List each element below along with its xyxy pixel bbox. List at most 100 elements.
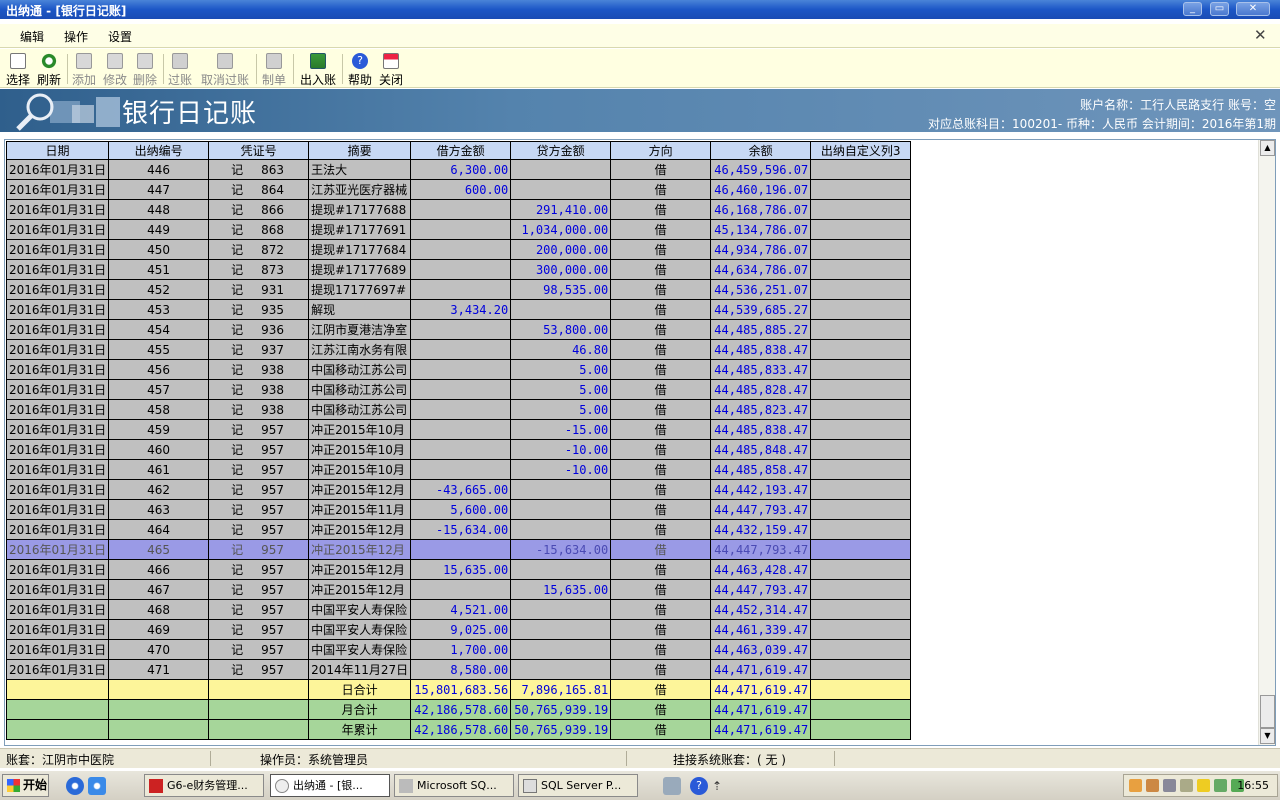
column-header-date[interactable]: 日期 xyxy=(5,141,110,160)
cell-summary[interactable]: 中国平安人寿保险 xyxy=(308,599,412,620)
help-button[interactable]: ? 帮助 xyxy=(346,51,374,87)
edit-button[interactable]: 修改 xyxy=(101,51,129,87)
cell-voucher-no[interactable]: 记 957 xyxy=(208,639,310,660)
table-row[interactable]: 2016年01月31日 456 记 938 中国移动江苏公司 5.00 借 44,485,83… xyxy=(5,359,912,380)
sync-tray-icon[interactable] xyxy=(1214,779,1227,792)
cell-cashier-no[interactable]: 452 xyxy=(108,279,210,300)
cell-credit[interactable]: 300,000.00 xyxy=(510,259,612,280)
cell-custom3[interactable] xyxy=(810,559,912,580)
cell-summary[interactable]: 2014年11月27日 xyxy=(308,659,412,680)
cell-date[interactable]: 2016年01月31日 xyxy=(5,159,110,180)
cell-direction[interactable]: 借 xyxy=(610,339,712,360)
start-button[interactable]: 开始 xyxy=(2,774,49,797)
cell-cashier-no[interactable]: 461 xyxy=(108,459,210,480)
total-label[interactable]: 月合计 xyxy=(308,699,412,720)
cell-direction[interactable]: 借 xyxy=(610,239,712,260)
cell-credit[interactable]: -15,634.00 xyxy=(510,539,612,560)
cell-balance[interactable]: 44,536,251.07 xyxy=(710,279,812,300)
total-cell-empty[interactable] xyxy=(5,699,110,720)
cell-debit[interactable] xyxy=(410,439,512,460)
cell-direction[interactable]: 借 xyxy=(610,219,712,240)
table-row[interactable]: 2016年01月31日 447 记 864 江苏亚光医疗器械 600.00 借 46,460,… xyxy=(5,179,912,200)
total-cell-empty[interactable] xyxy=(108,699,210,720)
cell-balance[interactable]: 46,168,786.07 xyxy=(710,199,812,220)
cell-date[interactable]: 2016年01月31日 xyxy=(5,319,110,340)
menu-settings[interactable]: 设置 xyxy=(108,28,132,45)
total-cell-empty[interactable] xyxy=(208,679,310,700)
cell-debit[interactable] xyxy=(410,279,512,300)
cell-debit[interactable]: 600.00 xyxy=(410,179,512,200)
cell-cashier-no[interactable]: 457 xyxy=(108,379,210,400)
scroll-down-icon[interactable]: ▼ xyxy=(1260,728,1275,744)
table-row[interactable]: 2016年01月31日 453 记 935 解现 3,434.20 借 44,539,685.… xyxy=(5,299,912,320)
task-sql-server[interactable]: Microsoft SQ... xyxy=(394,774,514,797)
cell-date[interactable]: 2016年01月31日 xyxy=(5,239,110,260)
cell-debit[interactable]: 3,434.20 xyxy=(410,299,512,320)
cell-custom3[interactable] xyxy=(810,279,912,300)
cell-balance[interactable]: 44,539,685.27 xyxy=(710,299,812,320)
cell-cashier-no[interactable]: 460 xyxy=(108,439,210,460)
cell-balance[interactable]: 44,485,828.47 xyxy=(710,379,812,400)
cell-credit[interactable] xyxy=(510,479,612,500)
cell-summary[interactable]: 提现#17177684 xyxy=(308,239,412,260)
cell-voucher-no[interactable]: 记 936 xyxy=(208,319,310,340)
cell-custom3[interactable] xyxy=(810,439,912,460)
cell-direction[interactable]: 借 xyxy=(610,319,712,340)
window-titlebar[interactable]: 出纳通 - [银行日记账] _ ▭ ✕ xyxy=(0,0,1280,19)
cell-credit[interactable] xyxy=(510,499,612,520)
task-sql-profiler[interactable]: SQL Server P... xyxy=(518,774,638,797)
cell-summary[interactable]: 江苏亚光医疗器械 xyxy=(308,179,412,200)
cell-debit[interactable]: 6,300.00 xyxy=(410,159,512,180)
cell-date[interactable]: 2016年01月31日 xyxy=(5,199,110,220)
total-label[interactable]: 年累计 xyxy=(308,719,412,740)
cell-balance[interactable]: 44,463,428.47 xyxy=(710,559,812,580)
cell-custom3[interactable] xyxy=(810,599,912,620)
cell-date[interactable]: 2016年01月31日 xyxy=(5,659,110,680)
total-cell-empty[interactable] xyxy=(810,719,912,740)
cell-balance[interactable]: 46,459,596.07 xyxy=(710,159,812,180)
cell-custom3[interactable] xyxy=(810,179,912,200)
cell-debit[interactable] xyxy=(410,419,512,440)
total-cell-empty[interactable] xyxy=(810,679,912,700)
cell-custom3[interactable] xyxy=(810,199,912,220)
table-row[interactable]: 2016年01月31日 459 记 957 冲正2015年10月 -15.00 借 44,48… xyxy=(5,419,912,440)
table-row[interactable]: 2016年01月31日 455 记 937 江苏江南水务有限 46.80 借 44,485,8… xyxy=(5,339,912,360)
cell-credit[interactable]: 1,034,000.00 xyxy=(510,219,612,240)
cell-credit[interactable]: 53,800.00 xyxy=(510,319,612,340)
total-balance[interactable]: 44,471,619.47 xyxy=(710,719,812,740)
cell-date[interactable]: 2016年01月31日 xyxy=(5,499,110,520)
cell-summary[interactable]: 中国平安人寿保险 xyxy=(308,639,412,660)
cell-direction[interactable]: 借 xyxy=(610,439,712,460)
cell-date[interactable]: 2016年01月31日 xyxy=(5,439,110,460)
total-cell-empty[interactable] xyxy=(108,679,210,700)
total-debit[interactable]: 42,186,578.60 xyxy=(410,719,512,740)
cell-summary[interactable]: 冲正2015年12月 xyxy=(308,539,412,560)
cell-voucher-no[interactable]: 记 957 xyxy=(208,459,310,480)
cell-balance[interactable]: 44,485,823.47 xyxy=(710,399,812,420)
cell-balance[interactable]: 44,485,833.47 xyxy=(710,359,812,380)
total-credit[interactable]: 7,896,165.81 xyxy=(510,679,612,700)
cell-credit[interactable] xyxy=(510,519,612,540)
volume-tray-icon[interactable] xyxy=(1180,779,1193,792)
cell-summary[interactable]: 冲正2015年11月 xyxy=(308,499,412,520)
cell-cashier-no[interactable]: 464 xyxy=(108,519,210,540)
cell-voucher-no[interactable]: 记 873 xyxy=(208,259,310,280)
table-row[interactable]: 2016年01月31日 446 记 863 王法大 6,300.00 借 46,459,596… xyxy=(5,159,912,180)
network-tray-icon[interactable] xyxy=(1146,779,1159,792)
scroll-thumb[interactable] xyxy=(1260,695,1275,728)
table-row[interactable]: 2016年01月31日 452 记 931 提现17177697# 98,535.00 借 4… xyxy=(5,279,912,300)
cell-summary[interactable]: 提现#17177689 xyxy=(308,259,412,280)
cell-balance[interactable]: 44,471,619.47 xyxy=(710,659,812,680)
table-row[interactable]: 2016年01月31日 448 记 866 提现#17177688 291,410.00 借… xyxy=(5,199,912,220)
ime-arrow-icon[interactable]: ⇡ xyxy=(712,777,730,795)
cell-credit[interactable] xyxy=(510,619,612,640)
cell-cashier-no[interactable]: 450 xyxy=(108,239,210,260)
cell-custom3[interactable] xyxy=(810,519,912,540)
cell-balance[interactable]: 44,447,793.47 xyxy=(710,539,812,560)
cell-credit[interactable] xyxy=(510,639,612,660)
cell-voucher-no[interactable]: 记 863 xyxy=(208,159,310,180)
table-row[interactable]: 2016年01月31日 468 记 957 中国平安人寿保险 4,521.00 借 44,45… xyxy=(5,599,912,620)
cell-balance[interactable]: 44,485,858.47 xyxy=(710,459,812,480)
column-header-voucher-no[interactable]: 凭证号 xyxy=(208,141,310,160)
cell-cashier-no[interactable]: 447 xyxy=(108,179,210,200)
